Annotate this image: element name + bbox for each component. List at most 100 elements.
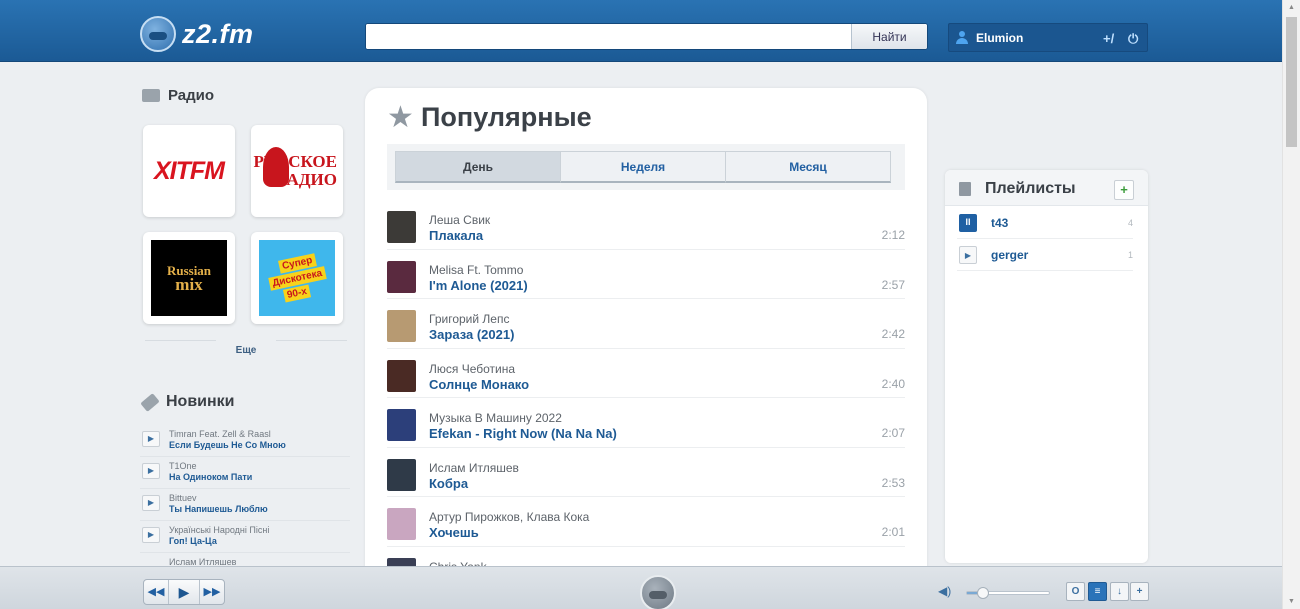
player-logo-icon bbox=[640, 575, 676, 609]
playlist-name[interactable]: t43 bbox=[991, 216, 1008, 230]
vertical-scrollbar[interactable]: ▲ ▼ bbox=[1282, 0, 1300, 609]
track-title[interactable]: I'm Alone (2021) bbox=[429, 278, 528, 293]
track-duration: 2:12 bbox=[881, 228, 905, 242]
xitfm-logo: XITFM bbox=[154, 156, 225, 185]
track-cover[interactable] bbox=[387, 458, 416, 491]
header: z2.fm Найти Elumion +/ ⏻ bbox=[0, 0, 1282, 62]
scroll-down-icon[interactable]: ▼ bbox=[1288, 598, 1295, 605]
volume-icon[interactable]: ◀) bbox=[938, 584, 951, 598]
track-duration: 2:42 bbox=[881, 327, 905, 341]
radio-icon bbox=[142, 89, 160, 102]
track-row[interactable]: Melisa Ft. Tommo I'm Alone (2021) 2:57 bbox=[387, 250, 905, 299]
volume-slider[interactable] bbox=[966, 587, 1050, 599]
track-duration: 2:40 bbox=[881, 376, 905, 391]
period-tabs: День Неделя Месяц bbox=[387, 144, 905, 190]
play-icon[interactable]: ▶ bbox=[142, 527, 160, 543]
track-cover[interactable] bbox=[387, 359, 416, 392]
username-link[interactable]: Elumion bbox=[976, 31, 1023, 45]
track-artist[interactable]: Леша Свик bbox=[429, 213, 490, 227]
radio-title: Радио bbox=[168, 87, 215, 104]
radio-station-xitfm[interactable]: XITFM bbox=[143, 125, 235, 217]
russkoe-line2: РАДИО bbox=[278, 170, 337, 189]
new-item-title[interactable]: На Одиноком Пати bbox=[169, 472, 252, 482]
play-icon[interactable]: ▶ bbox=[168, 580, 200, 604]
new-item-artist[interactable]: T1One bbox=[169, 461, 197, 471]
playlist-name[interactable]: gerger bbox=[991, 248, 1028, 262]
track-row[interactable]: Григорий Лепс Зараза (2021) 2:42 bbox=[387, 299, 905, 349]
user-icon bbox=[956, 31, 968, 44]
track-artist[interactable]: Люся Чеботина bbox=[429, 362, 515, 376]
playlist-item[interactable]: ▶ gerger 1 bbox=[957, 239, 1133, 271]
russian-mix-logo: Russian mix bbox=[151, 240, 227, 316]
play-icon[interactable]: ▶ bbox=[142, 431, 160, 447]
track-duration: 2:07 bbox=[881, 426, 905, 440]
add-user-icon[interactable]: +/ bbox=[1103, 31, 1114, 46]
search-button[interactable]: Найти bbox=[851, 24, 927, 49]
radio-station-russkoe[interactable]: РУССКОЕ РАДИО bbox=[251, 125, 343, 217]
power-icon[interactable]: ⏻ bbox=[1128, 31, 1138, 47]
new-list-item[interactable]: ▶ Українські Народні Пісні Гоп! Ца-Ца bbox=[140, 521, 350, 553]
new-item-artist[interactable]: Timran Feat. Zell & Raasl bbox=[169, 429, 271, 439]
track-title[interactable]: Кобра bbox=[429, 476, 468, 491]
search-input[interactable] bbox=[366, 24, 852, 49]
new-list-item[interactable]: ▶ Timran Feat. Zell & Raasl Если Будешь … bbox=[140, 425, 350, 457]
tab-day[interactable]: День bbox=[395, 151, 561, 183]
track-artist[interactable]: Артур Пирожков, Клава Кока bbox=[429, 510, 589, 524]
track-title[interactable]: Солнце Монако bbox=[429, 377, 529, 392]
radio-station-russian-mix[interactable]: Russian mix bbox=[143, 232, 235, 324]
track-artist[interactable]: Melisa Ft. Tommo bbox=[429, 263, 523, 277]
track-title[interactable]: Efekan - Right Now (Na Na Na) bbox=[429, 426, 617, 441]
volume-knob[interactable] bbox=[977, 587, 990, 599]
play-icon[interactable]: ▶ bbox=[142, 495, 160, 511]
track-cover[interactable] bbox=[387, 260, 416, 293]
repeat-icon[interactable]: O bbox=[1066, 582, 1085, 601]
next-icon[interactable]: ▶▶ bbox=[200, 580, 224, 604]
track-title[interactable]: Зараза (2021) bbox=[429, 327, 514, 342]
new-item-title[interactable]: Ты Напишешь Люблю bbox=[169, 504, 268, 514]
radio-station-disco90[interactable]: Супер Дискотека 90-х bbox=[251, 232, 343, 324]
add-playlist-button[interactable]: + bbox=[1114, 180, 1134, 200]
new-item-title[interactable]: Гоп! Ца-Ца bbox=[169, 536, 217, 546]
playlist-view-icon[interactable]: ≡ bbox=[1088, 582, 1107, 601]
track-artist[interactable]: Музыка В Машину 2022 bbox=[429, 411, 562, 425]
playback-controls: ◀◀ ▶ ▶▶ bbox=[143, 579, 225, 605]
new-item-artist[interactable]: Bittuev bbox=[169, 493, 197, 503]
track-row[interactable]: Chris Yank bbox=[387, 547, 905, 568]
new-list-item[interactable]: Ислам Итляшев bbox=[140, 553, 350, 567]
site-logo[interactable]: z2.fm bbox=[140, 16, 254, 52]
tab-week[interactable]: Неделя bbox=[560, 151, 726, 183]
scroll-up-icon[interactable]: ▲ bbox=[1288, 4, 1295, 11]
track-artist[interactable]: Григорий Лепс bbox=[429, 312, 509, 326]
new-list: ▶ Timran Feat. Zell & Raasl Если Будешь … bbox=[140, 425, 350, 567]
playlist-item[interactable]: II t43 4 bbox=[957, 207, 1133, 239]
download-icon[interactable]: ↓ bbox=[1110, 582, 1129, 601]
track-title[interactable]: Хочешь bbox=[429, 525, 479, 540]
scrollbar-thumb[interactable] bbox=[1286, 17, 1297, 147]
track-cover[interactable] bbox=[387, 211, 416, 243]
radio-more-button[interactable]: Еще bbox=[216, 340, 276, 358]
track-cover[interactable] bbox=[387, 310, 416, 342]
track-row[interactable]: Леша Свик Плакала 2:12 bbox=[387, 200, 905, 250]
track-artist[interactable]: Ислам Итляшев bbox=[429, 461, 519, 475]
new-item-title[interactable]: Если Будешь Не Со Мною bbox=[169, 440, 286, 450]
play-icon[interactable]: ▶ bbox=[142, 463, 160, 479]
track-row[interactable]: Люся Чеботина Солнце Монако 2:40 bbox=[387, 349, 905, 398]
new-list-item[interactable]: ▶ T1One На Одиноком Пати bbox=[140, 457, 350, 489]
track-row[interactable]: Артур Пирожков, Клава Кока Хочешь 2:01 bbox=[387, 497, 905, 547]
new-list-item[interactable]: ▶ Bittuev Ты Напишешь Люблю bbox=[140, 489, 350, 521]
new-item-artist[interactable]: Українські Народні Пісні bbox=[169, 525, 269, 535]
track-row[interactable]: Ислам Итляшев Кобра 2:53 bbox=[387, 448, 905, 497]
popular-card: ★ Популярные День Неделя Месяц Леша Свик… bbox=[365, 88, 927, 568]
track-row[interactable]: Музыка В Машину 2022 Efekan - Right Now … bbox=[387, 398, 905, 448]
add-icon[interactable]: + bbox=[1130, 582, 1149, 601]
track-cover[interactable] bbox=[387, 508, 416, 540]
track-cover[interactable] bbox=[387, 409, 416, 441]
previous-icon[interactable]: ◀◀ bbox=[144, 580, 168, 604]
tab-month[interactable]: Месяц bbox=[725, 151, 891, 183]
playlists-header: Плейлисты + bbox=[945, 170, 1148, 206]
play-icon[interactable]: ▶ bbox=[959, 246, 977, 264]
track-duration: 2:57 bbox=[881, 277, 905, 292]
pause-icon[interactable]: II bbox=[959, 214, 977, 232]
radio-section-title: Радио bbox=[142, 87, 214, 104]
track-title[interactable]: Плакала bbox=[429, 228, 483, 243]
